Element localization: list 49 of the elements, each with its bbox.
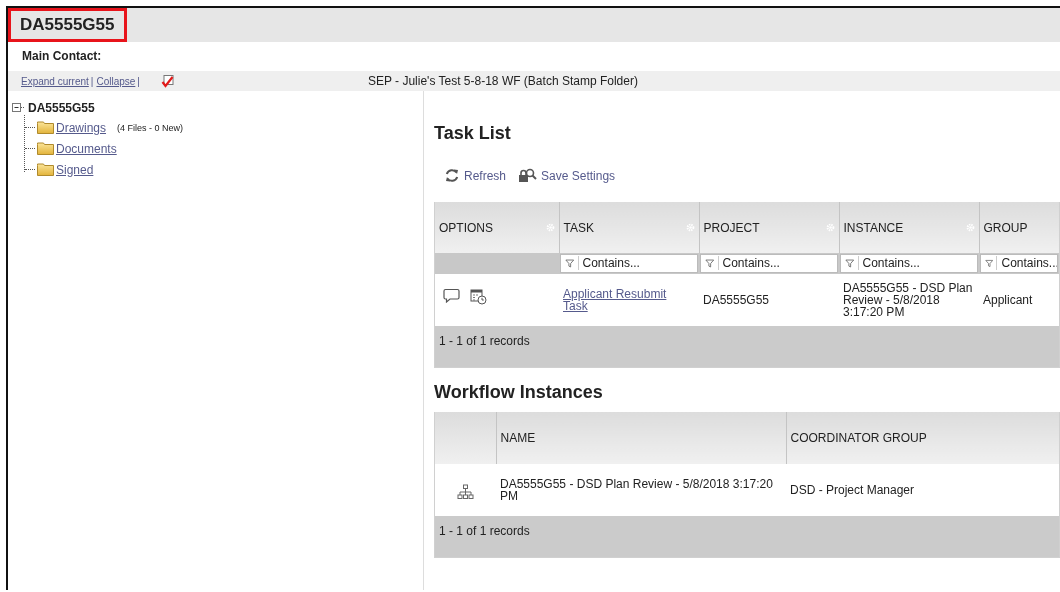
column-header[interactable]: INSTANCE <box>839 202 979 253</box>
folder-icon <box>37 163 54 176</box>
filter-field[interactable]: Contains... <box>980 253 1058 273</box>
tree-link[interactable]: Collapse <box>96 75 136 87</box>
filter-icon[interactable] <box>985 257 994 269</box>
tree-link[interactable]: Expand current <box>21 75 89 87</box>
section-title: Task List <box>434 123 512 144</box>
checkbox-icon[interactable] <box>160 74 175 88</box>
link-separator: | <box>137 75 140 87</box>
tree-folder-link[interactable]: Signed <box>56 162 94 177</box>
column-header[interactable]: GROUP <box>979 202 1059 253</box>
folder-icon <box>37 121 54 134</box>
table-cell-text: DA5555G55 <box>703 293 770 307</box>
save-settings-button[interactable]: Save Settings <box>518 168 616 183</box>
comment-icon[interactable] <box>443 287 460 303</box>
folder-icon <box>37 142 54 155</box>
tree-folder-link[interactable]: Drawings <box>56 120 106 135</box>
record-title: DA5555G55 <box>8 8 127 42</box>
table-cell-text: DA5555G55 - DSD Plan Review - 5/8/2018 3:17:20 PM <box>500 477 773 503</box>
calendar-clock-icon[interactable] <box>470 287 487 305</box>
filter-field[interactable]: Contains... <box>840 253 978 273</box>
tree-root-label[interactable]: DA5555G55 <box>28 101 95 115</box>
column-header[interactable]: TASK <box>559 202 699 253</box>
column-header[interactable]: OPTIONS <box>435 202 559 253</box>
main-contact-label: Main Contact: <box>22 49 102 63</box>
section-title: Workflow Instances <box>434 382 604 403</box>
table-cell-text: DA5555G55 - DSD Plan Review - 5/8/2018 3:17:20 PM <box>843 281 973 319</box>
refresh-button[interactable]: Refresh <box>444 168 507 183</box>
filter-icon[interactable] <box>565 257 575 269</box>
lock-search-icon[interactable] <box>518 168 538 183</box>
hierarchy-icon[interactable] <box>457 484 474 500</box>
table-cell-text: Applicant <box>983 293 1033 307</box>
folder-title: SEP - Julie's Test 5-8-18 WF (Batch Stamp Folder) <box>367 74 638 88</box>
tree-folder-link[interactable]: Documents <box>56 141 117 156</box>
file-count: (4 Files - 0 New) <box>117 122 184 133</box>
task-link[interactable]: Applicant Resubmit Task <box>563 288 668 312</box>
refresh-icon[interactable] <box>444 168 460 183</box>
filter-field[interactable]: Contains... <box>560 253 698 273</box>
filter-field[interactable]: Contains... <box>700 253 838 273</box>
grid-footer: 1 - 1 of 1 records <box>435 516 1059 557</box>
filter-icon[interactable] <box>845 257 855 269</box>
grid-footer: 1 - 1 of 1 records <box>435 326 1059 367</box>
column-header[interactable]: NAME <box>496 412 786 464</box>
table-cell-text: DSD - Project Manager <box>790 483 915 497</box>
link-separator: | <box>90 75 94 87</box>
filter-icon[interactable] <box>705 257 715 269</box>
collapse-toggle-icon[interactable] <box>12 103 26 113</box>
column-header[interactable]: PROJECT <box>699 202 839 253</box>
column-header[interactable]: COORDINATOR GROUP <box>786 412 1059 464</box>
